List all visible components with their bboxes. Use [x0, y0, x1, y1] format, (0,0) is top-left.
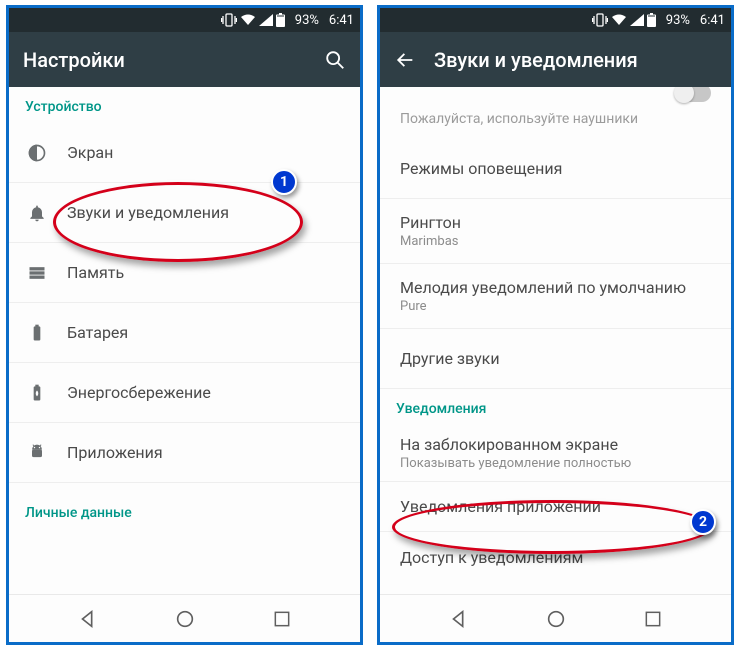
- section-personal: Личные данные: [9, 493, 360, 529]
- clock-text: 6:41: [700, 13, 725, 28]
- status-bar: 93% 6:41: [380, 8, 731, 32]
- annotation-badge-1: 1: [271, 169, 297, 195]
- item-power-saving[interactable]: Энергосбережение: [9, 363, 360, 423]
- battery-icon: [276, 13, 285, 27]
- toolbar: Звуки и уведомления: [380, 32, 731, 87]
- leaf-battery-icon: [27, 383, 67, 403]
- headphones-hint: Пожалуйста, используйте наушники: [380, 103, 731, 139]
- item-lockscreen-notifications[interactable]: На заблокированном экране Показывать уве…: [380, 425, 731, 482]
- item-app-notifications[interactable]: Уведомления приложений: [380, 482, 731, 532]
- vibrate-icon: [221, 13, 237, 27]
- item-other-sounds[interactable]: Другие звуки: [380, 329, 731, 389]
- item-label: Рингтон: [400, 213, 715, 232]
- page-title: Звуки и уведомления: [434, 48, 717, 72]
- item-label: Энергосбережение: [67, 383, 344, 402]
- wifi-icon: [240, 14, 256, 26]
- nav-recent-icon[interactable]: [272, 609, 292, 629]
- item-apps[interactable]: Приложения: [9, 423, 360, 483]
- bell-icon: [27, 203, 67, 223]
- item-label: Память: [67, 263, 344, 282]
- back-arrow-icon[interactable]: [394, 49, 416, 71]
- item-label: Приложения: [67, 443, 344, 462]
- sound-settings-list: Пожалуйста, используйте наушники Режимы …: [380, 87, 731, 594]
- search-icon[interactable]: [324, 49, 346, 71]
- android-icon: [27, 443, 67, 463]
- annotation-badge-2: 2: [690, 509, 716, 535]
- vibrate-icon: [592, 13, 608, 27]
- item-display[interactable]: Экран: [9, 123, 360, 183]
- item-storage[interactable]: Память: [9, 243, 360, 303]
- nav-home-icon[interactable]: [545, 608, 567, 630]
- wifi-icon: [611, 14, 627, 26]
- status-icons: [221, 13, 285, 27]
- item-notification-access[interactable]: Доступ к уведомлениям: [380, 532, 731, 582]
- item-ringtone[interactable]: Рингтон Marimbas: [380, 199, 731, 264]
- signal-icon: [630, 14, 644, 26]
- battery-icon: [647, 13, 656, 27]
- section-notifications: Уведомления: [380, 389, 731, 425]
- item-label: Звуки и уведомления: [67, 203, 344, 222]
- item-label: На заблокированном экране: [400, 435, 715, 454]
- item-label: Доступ к уведомлениям: [400, 548, 715, 567]
- item-sound-notifications[interactable]: Звуки и уведомления: [9, 183, 360, 243]
- item-alert-modes[interactable]: Режимы оповещения: [380, 139, 731, 199]
- item-label: Уведомления приложений: [400, 497, 715, 516]
- item-subtitle: Marimbas: [400, 234, 715, 249]
- status-bar: 93% 6:41: [9, 8, 360, 32]
- nav-back-icon[interactable]: [77, 608, 99, 630]
- nav-back-icon[interactable]: [448, 608, 470, 630]
- item-subtitle: Pure: [400, 299, 715, 314]
- item-clipped-top: [380, 87, 731, 103]
- item-label: Экран: [67, 143, 344, 162]
- nav-home-icon[interactable]: [174, 608, 196, 630]
- battery-text: 93%: [666, 13, 690, 28]
- navigation-bar: [380, 594, 731, 642]
- toggle-switch[interactable]: [675, 87, 711, 102]
- nav-recent-icon[interactable]: [643, 609, 663, 629]
- signal-icon: [259, 14, 273, 26]
- page-title: Настройки: [23, 48, 306, 72]
- section-device: Устройство: [9, 87, 360, 123]
- item-battery[interactable]: Батарея: [9, 303, 360, 363]
- status-icons: [592, 13, 656, 27]
- item-label: Батарея: [67, 323, 344, 342]
- battery-text: 93%: [295, 13, 319, 28]
- item-label: Режимы оповещения: [400, 159, 715, 178]
- toolbar: Настройки: [9, 32, 360, 87]
- clock-text: 6:41: [329, 13, 354, 28]
- item-subtitle: Показывать уведомление полностью: [400, 456, 715, 471]
- item-default-notification-sound[interactable]: Мелодия уведомлений по умолчанию Pure: [380, 264, 731, 329]
- battery-item-icon: [27, 323, 67, 343]
- storage-icon: [27, 263, 67, 283]
- navigation-bar: [9, 594, 360, 642]
- settings-list: Устройство Экран Звуки и уведомления Пам…: [9, 87, 360, 594]
- phone-settings: 93% 6:41 Настройки Устройство Экран Звук…: [6, 5, 363, 645]
- item-label: Мелодия уведомлений по умолчанию: [400, 278, 715, 297]
- item-label: Другие звуки: [400, 349, 715, 368]
- display-icon: [27, 143, 67, 163]
- phone-sound-settings: 93% 6:41 Звуки и уведомления Пожалуйста,…: [377, 5, 734, 645]
